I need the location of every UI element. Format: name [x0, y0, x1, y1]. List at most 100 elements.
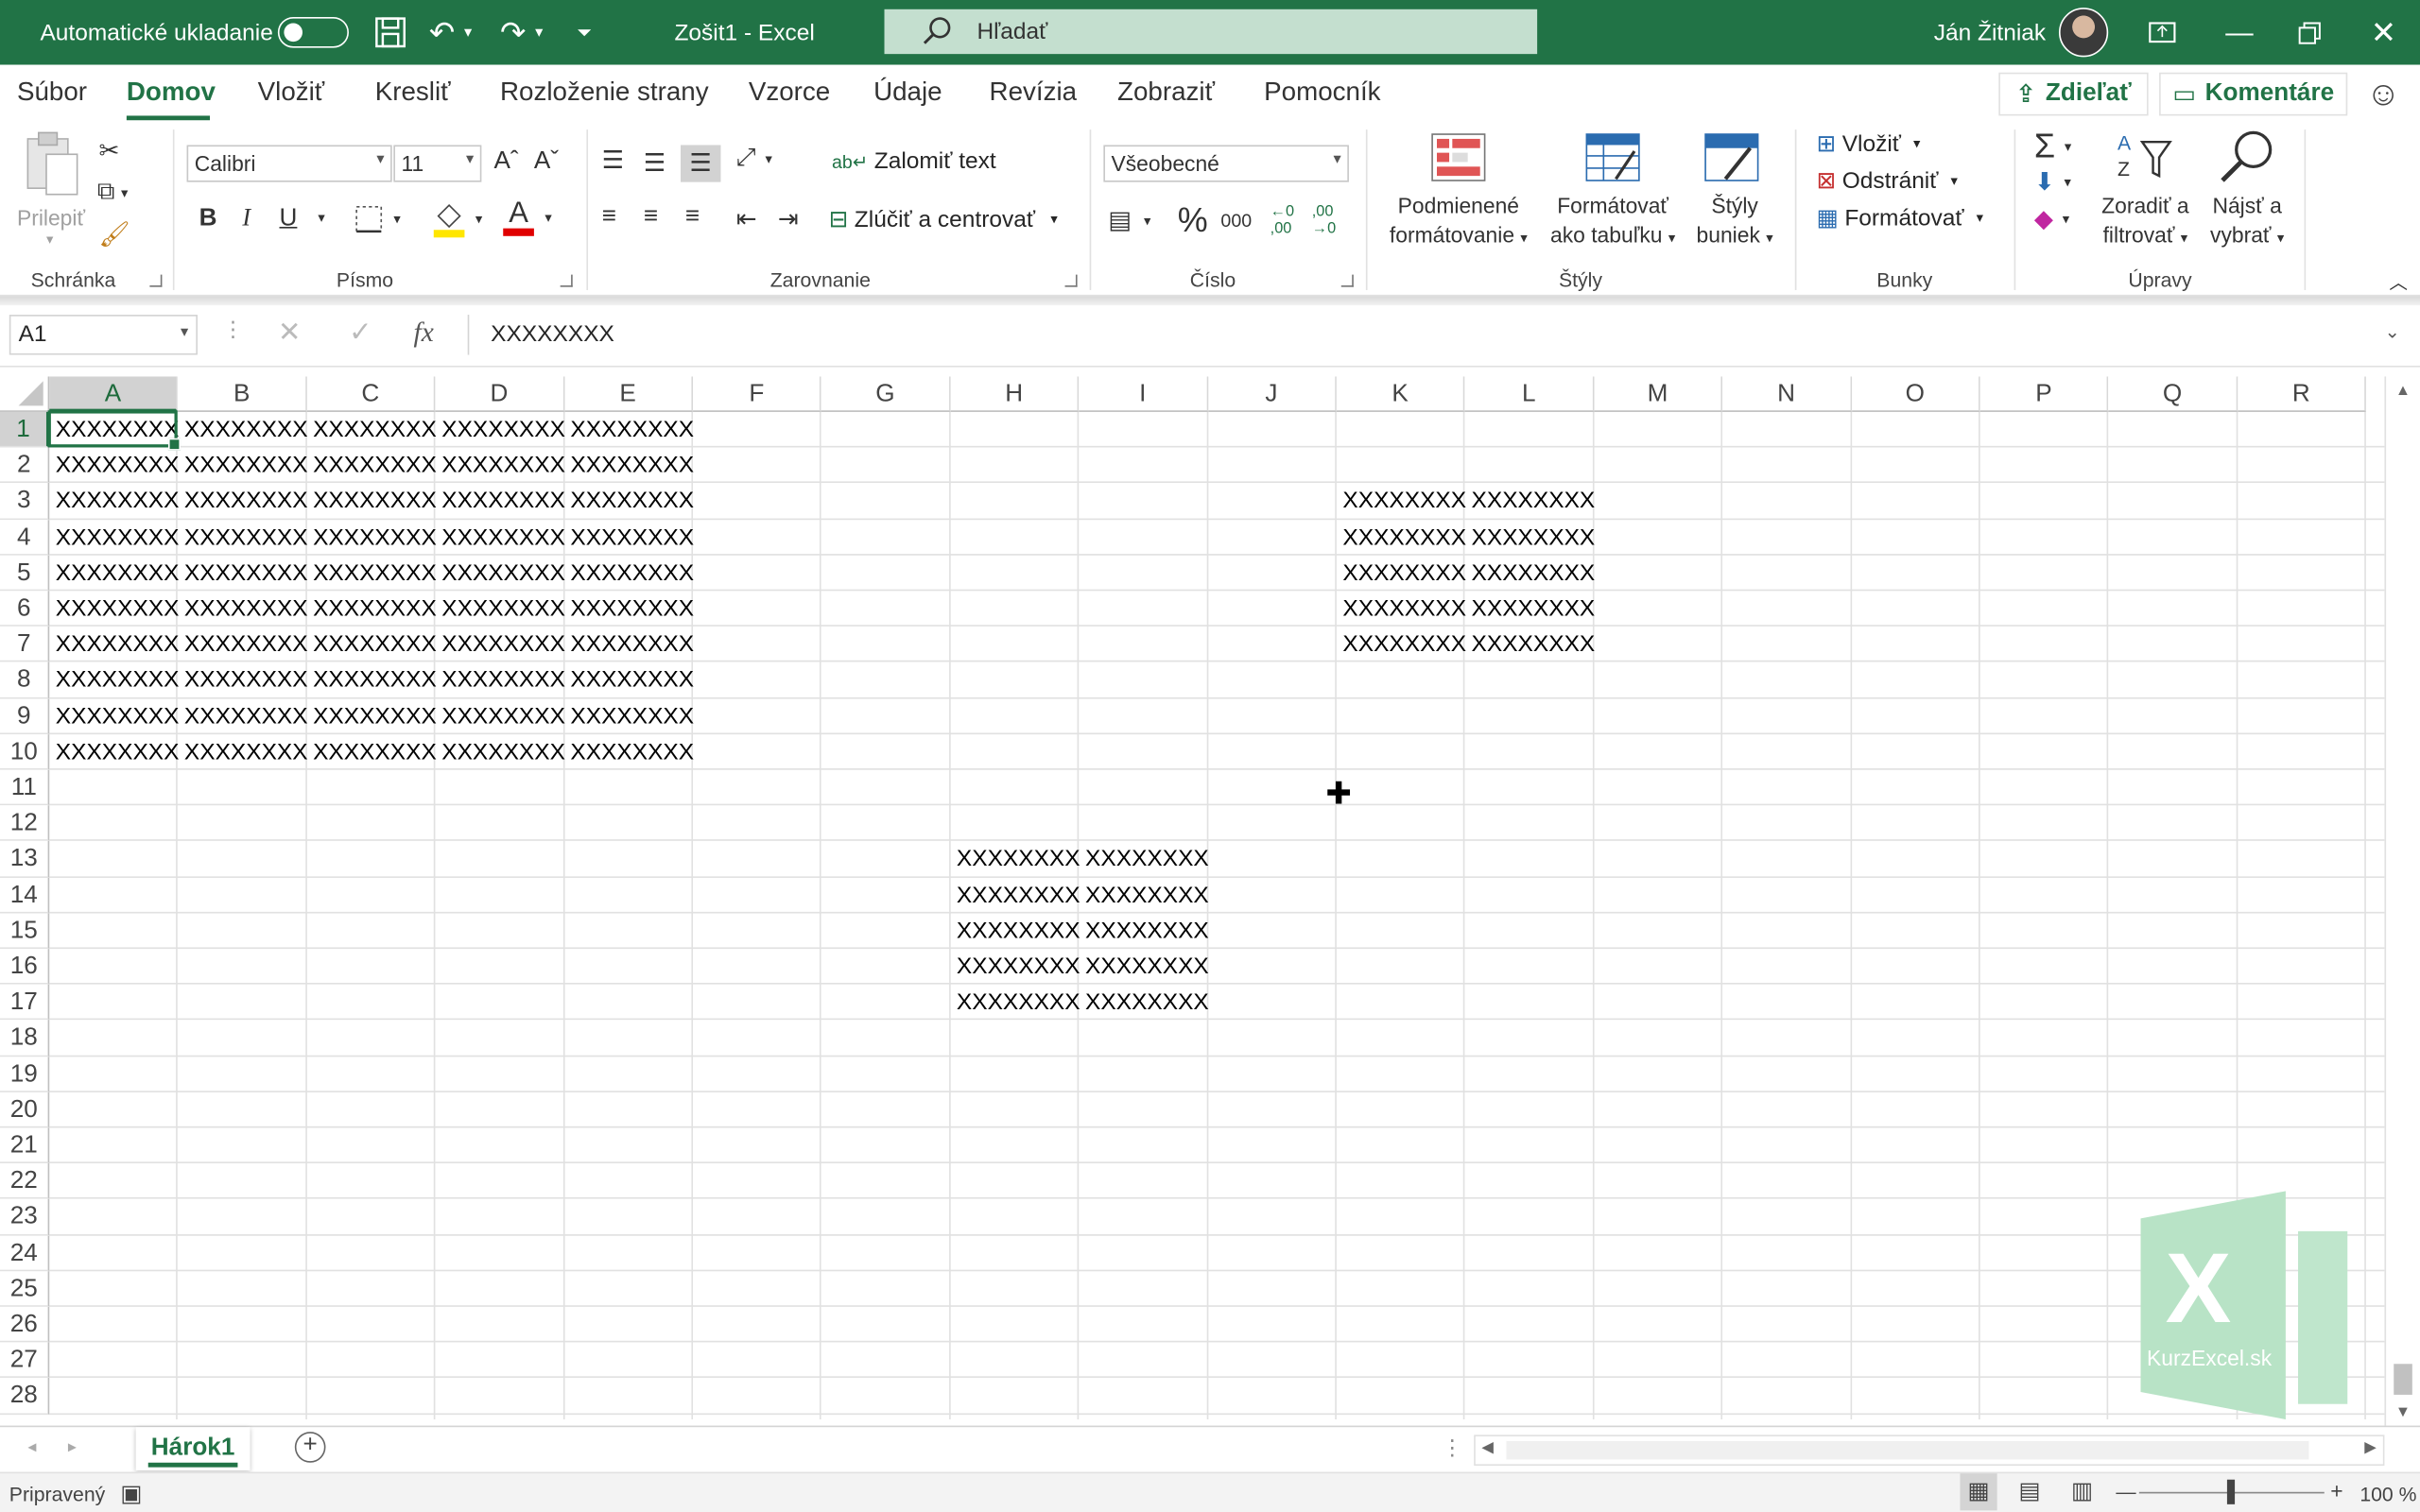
cell-c5[interactable]: XXXXXXXX: [307, 555, 437, 591]
name-box[interactable]: A1 ▾: [9, 315, 198, 355]
row-header-20[interactable]: 20: [0, 1091, 50, 1128]
scroll-left-icon[interactable]: ◀: [1481, 1439, 1494, 1456]
cell-i15[interactable]: XXXXXXXX: [1080, 913, 1209, 949]
align-right-icon[interactable]: ≡: [685, 204, 700, 232]
copy-icon[interactable]: ⧉ ▾: [97, 179, 129, 206]
shrink-font-icon[interactable]: Aˇ: [534, 148, 559, 176]
insert-function-icon[interactable]: fx: [414, 317, 434, 349]
orientation-icon[interactable]: ⤢ ▾: [736, 145, 772, 172]
column-header-i[interactable]: I: [1079, 376, 1208, 412]
row-header-1[interactable]: 1: [0, 411, 50, 448]
row-header-16[interactable]: 16: [0, 949, 50, 985]
conditional-formatting-button[interactable]: Podmienené formátovanie ▾: [1378, 132, 1539, 265]
column-header-f[interactable]: F: [693, 376, 822, 412]
tab-draw[interactable]: Kresliť: [375, 77, 451, 109]
formula-input[interactable]: XXXXXXXX: [467, 315, 2415, 355]
cell-c6[interactable]: XXXXXXXX: [307, 591, 437, 627]
number-launcher-icon[interactable]: [1340, 274, 1354, 287]
undo-icon[interactable]: ↶ ▾: [429, 0, 472, 65]
cell-i13[interactable]: XXXXXXXX: [1080, 841, 1209, 877]
column-header-p[interactable]: P: [1979, 376, 2109, 412]
cell-h16[interactable]: XXXXXXXX: [950, 949, 1080, 985]
cell-e4[interactable]: XXXXXXXX: [564, 520, 694, 556]
column-header-q[interactable]: Q: [2108, 376, 2238, 412]
cell-l6[interactable]: XXXXXXXX: [1465, 591, 1596, 627]
row-header-25[interactable]: 25: [0, 1270, 50, 1307]
horizontal-scroll-thumb[interactable]: [1506, 1440, 2309, 1460]
cut-icon[interactable]: ✂: [98, 136, 119, 167]
cell-l5[interactable]: XXXXXXXX: [1465, 555, 1596, 591]
tab-page-layout[interactable]: Rozloženie strany: [500, 77, 709, 109]
row-header-13[interactable]: 13: [0, 841, 50, 878]
macro-record-icon[interactable]: ▣: [120, 1480, 142, 1507]
cancel-formula-icon[interactable]: ✕: [278, 317, 302, 349]
delete-cells-button[interactable]: ⊠ Odstrániť ▾: [1817, 166, 1958, 195]
cell-e2[interactable]: XXXXXXXX: [564, 448, 694, 484]
sort-filter-button[interactable]: AZ Zoradiť a filtrovať ▾: [2091, 129, 2199, 262]
restore-icon[interactable]: [2298, 0, 2321, 65]
row-header-19[interactable]: 19: [0, 1056, 50, 1092]
cell-k6[interactable]: XXXXXXXX: [1337, 591, 1466, 627]
row-header-21[interactable]: 21: [0, 1127, 50, 1164]
row-header-27[interactable]: 27: [0, 1342, 50, 1379]
column-header-a[interactable]: A: [49, 376, 179, 412]
cell-i17[interactable]: XXXXXXXX: [1080, 985, 1209, 1021]
cell-h17[interactable]: XXXXXXXX: [950, 985, 1080, 1021]
comments-button[interactable]: ▭ Komentáre: [2159, 72, 2348, 116]
grow-font-icon[interactable]: Aˆ: [493, 148, 518, 176]
cell-a5[interactable]: XXXXXXXX: [49, 555, 180, 591]
cell-d6[interactable]: XXXXXXXX: [436, 591, 565, 627]
expand-formula-bar-icon[interactable]: ⌄: [2384, 321, 2399, 343]
cell-a3[interactable]: XXXXXXXX: [49, 484, 180, 520]
cell-l3[interactable]: XXXXXXXX: [1465, 484, 1596, 520]
smiley-feedback-icon[interactable]: ☺: [2366, 74, 2401, 113]
increase-indent-icon[interactable]: ⇥: [778, 204, 799, 235]
column-header-d[interactable]: D: [435, 376, 564, 412]
worksheet-grid[interactable]: A B C D E F G H I J K L M N O P Q R 1 2 3 4 5 6 7 8 9 10 11 12 13 14 15 1…: [0, 376, 2385, 1420]
column-header-k[interactable]: K: [1336, 376, 1466, 412]
tab-split-handle-icon[interactable]: ⋮: [1442, 1435, 1463, 1461]
cell-b9[interactable]: XXXXXXXX: [178, 698, 308, 734]
cell-b2[interactable]: XXXXXXXX: [178, 448, 308, 484]
page-layout-view-icon[interactable]: ▤: [2019, 1476, 2041, 1504]
comma-style-button[interactable]: 000: [1220, 210, 1252, 232]
cell-d1[interactable]: XXXXXXXX: [436, 412, 565, 448]
vertical-scroll-thumb[interactable]: [2394, 1364, 2412, 1395]
cell-a2[interactable]: XXXXXXXX: [49, 448, 180, 484]
align-center-icon[interactable]: ≡: [644, 204, 658, 232]
ribbon-display-icon[interactable]: [2149, 0, 2176, 65]
zoom-in-icon[interactable]: +: [2330, 1478, 2342, 1503]
vertical-scrollbar[interactable]: ▲ ▼: [2384, 376, 2420, 1426]
cell-d7[interactable]: XXXXXXXX: [436, 627, 565, 662]
cell-h13[interactable]: XXXXXXXX: [950, 841, 1080, 877]
wrap-text-button[interactable]: ab↵ Zalomiť text: [832, 148, 996, 175]
merge-center-button[interactable]: ⊟ Zlúčiť a centrovať ▾: [829, 205, 1058, 233]
cell-b5[interactable]: XXXXXXXX: [178, 555, 308, 591]
row-header-12[interactable]: 12: [0, 805, 50, 842]
cell-a7[interactable]: XXXXXXXX: [49, 627, 180, 662]
scroll-up-icon[interactable]: ▲: [2395, 383, 2411, 400]
select-all-button[interactable]: [0, 376, 50, 412]
cell-a8[interactable]: XXXXXXXX: [49, 662, 180, 698]
cell-l7[interactable]: XXXXXXXX: [1465, 627, 1596, 662]
normal-view-icon[interactable]: ▦: [1960, 1473, 1997, 1511]
underline-dropdown-icon[interactable]: ▾: [318, 210, 324, 227]
format-painter-icon[interactable]: 🖌: [98, 219, 130, 250]
cell-c3[interactable]: XXXXXXXX: [307, 484, 437, 520]
cell-e8[interactable]: XXXXXXXX: [564, 662, 694, 698]
cell-d10[interactable]: XXXXXXXX: [436, 734, 565, 770]
decrease-indent-icon[interactable]: ⇤: [736, 204, 757, 235]
decrease-decimal-icon[interactable]: ,00 →0: [1312, 204, 1336, 238]
scroll-right-icon[interactable]: ▶: [2364, 1439, 2377, 1456]
row-header-14[interactable]: 14: [0, 877, 50, 914]
column-header-n[interactable]: N: [1722, 376, 1852, 412]
row-header-5[interactable]: 5: [0, 555, 50, 592]
alignment-launcher-icon[interactable]: [1064, 274, 1078, 287]
column-header-h[interactable]: H: [950, 376, 1080, 412]
user-name[interactable]: Ján Žitniak: [1934, 0, 2046, 65]
tab-formulas[interactable]: Vzorce: [749, 77, 830, 109]
collapse-ribbon-icon[interactable]: ︿: [2389, 268, 2408, 295]
cell-b10[interactable]: XXXXXXXX: [178, 734, 308, 770]
row-header-23[interactable]: 23: [0, 1199, 50, 1236]
align-left-icon[interactable]: ≡: [602, 204, 616, 232]
